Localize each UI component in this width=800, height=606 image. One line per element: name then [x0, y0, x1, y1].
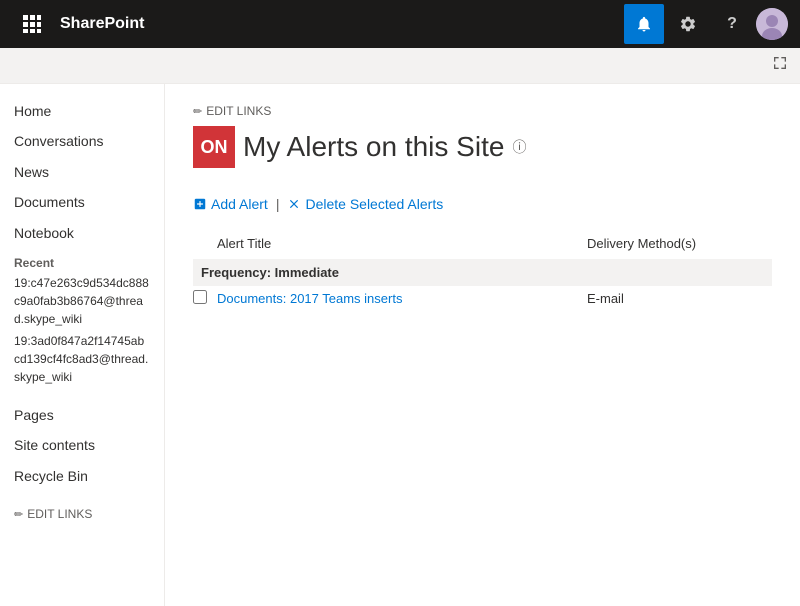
frequency-row: Frequency: Immediate [193, 259, 772, 286]
edit-links-top[interactable]: ✏ EDIT LINKS [193, 104, 772, 118]
col-alert-title: Alert Title [217, 232, 587, 259]
sidebar-item-pages[interactable]: Pages [0, 400, 164, 430]
page-title-row: ON My Alerts on this Site ⓘ [193, 126, 772, 168]
sidebar: Home Conversations News Documents Notebo… [0, 84, 165, 606]
sub-navigation [0, 48, 800, 84]
frequency-label: Frequency: Immediate [201, 265, 339, 280]
table-header-row: Alert Title Delivery Method(s) [193, 232, 772, 259]
user-avatar[interactable] [756, 8, 788, 40]
sidebar-item-conversations[interactable]: Conversations [0, 126, 164, 156]
sidebar-item-news[interactable]: News [0, 157, 164, 187]
col-delivery-method: Delivery Method(s) [587, 232, 772, 259]
delete-alerts-button[interactable]: Delete Selected Alerts [287, 192, 443, 216]
sidebar-item-documents[interactable]: Documents [0, 187, 164, 217]
sidebar-item-recycle-bin[interactable]: Recycle Bin [0, 461, 164, 491]
main-content: ✏ EDIT LINKS ON My Alerts on this Site ⓘ… [165, 84, 800, 606]
page-title: My Alerts on this Site [243, 131, 504, 163]
top-nav-left: SharePoint [12, 4, 144, 44]
table-row: Documents: 2017 Teams inserts E-mail [193, 286, 772, 311]
alert-title-cell: Documents: 2017 Teams inserts [217, 286, 587, 311]
recent-section-label: Recent [0, 248, 164, 272]
gear-icon-btn[interactable] [668, 4, 708, 44]
alert-title-link[interactable]: Documents: 2017 Teams inserts [217, 291, 402, 306]
alert-checkbox[interactable] [193, 290, 207, 304]
col-checkbox [193, 232, 217, 259]
sidebar-item-site-contents[interactable]: Site contents [0, 430, 164, 460]
expand-icon[interactable] [772, 55, 788, 76]
sidebar-edit-links[interactable]: ✏ EDIT LINKS [0, 503, 164, 525]
help-icon-btn[interactable]: ? [712, 4, 752, 44]
site-logo: ON [193, 126, 235, 168]
recent-item-0[interactable]: 19:c47e263c9d534dc888c9a0fab3b86764@thre… [0, 272, 164, 330]
alerts-table: Alert Title Delivery Method(s) Frequency… [193, 232, 772, 311]
add-alert-button[interactable]: Add Alert [193, 192, 268, 216]
top-nav-right: ? [624, 4, 788, 44]
brand-label: SharePoint [60, 15, 144, 33]
recent-item-1[interactable]: 19:3ad0f847a2f14745abcd139cf4fc8ad3@thre… [0, 330, 164, 388]
toolbar-separator: | [276, 196, 280, 212]
pencil-icon: ✏ [14, 508, 23, 521]
sidebar-item-home[interactable]: Home [0, 96, 164, 126]
top-navigation: SharePoint ? [0, 0, 800, 48]
alert-delivery-cell: E-mail [587, 286, 772, 311]
sidebar-item-notebook[interactable]: Notebook [0, 218, 164, 248]
main-layout: Home Conversations News Documents Notebo… [0, 84, 800, 606]
bell-icon-btn[interactable] [624, 4, 664, 44]
info-icon[interactable]: ⓘ [512, 137, 526, 157]
pencil-icon-top: ✏ [193, 105, 202, 118]
toolbar: Add Alert | Delete Selected Alerts [193, 192, 772, 216]
waffle-icon-btn[interactable] [12, 4, 52, 44]
help-icon: ? [727, 15, 737, 33]
row-checkbox-cell[interactable] [193, 286, 217, 311]
